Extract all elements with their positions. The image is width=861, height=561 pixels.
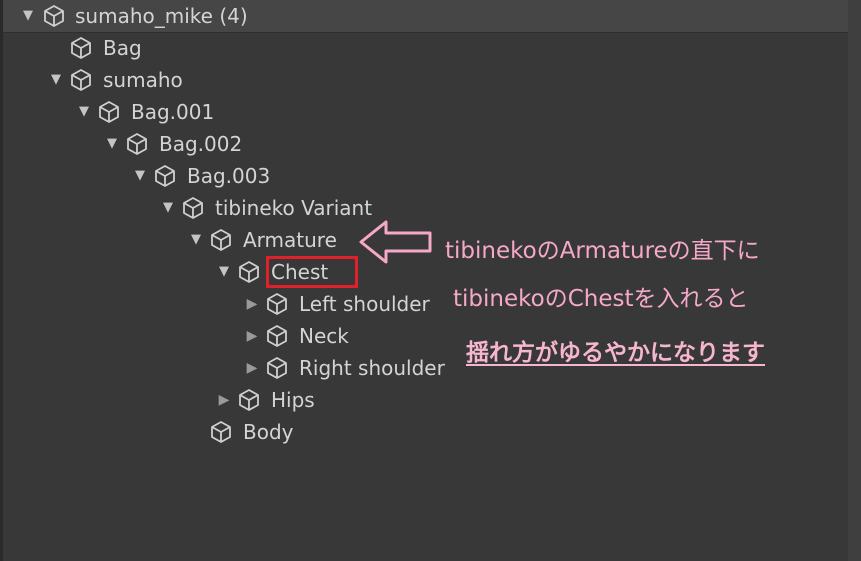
- cube-icon: [267, 293, 287, 315]
- cube-icon: [267, 325, 287, 347]
- object-label: Bag.001: [131, 100, 215, 124]
- hierarchy-panel: ▼ sumaho_mike (4) Bag ▼ sumaho ▼ Bag.001…: [0, 0, 861, 561]
- collapse-arrow-icon[interactable]: ▶: [244, 320, 260, 352]
- cube-icon: [71, 69, 91, 91]
- hierarchy-row[interactable]: ▼ Bag.003: [3, 160, 848, 192]
- scrollbar-track[interactable]: [848, 0, 861, 561]
- hierarchy-row[interactable]: Body: [3, 416, 848, 448]
- cube-icon: [239, 389, 259, 411]
- cube-icon: [155, 165, 175, 187]
- cube-icon: [44, 5, 64, 27]
- cube-icon: [267, 357, 287, 379]
- cube-icon: [99, 101, 119, 123]
- expand-arrow-icon[interactable]: ▼: [216, 256, 232, 288]
- object-label: Bag.002: [159, 132, 243, 156]
- object-label: Body: [243, 420, 294, 444]
- collapse-arrow-icon[interactable]: ▶: [244, 352, 260, 384]
- expand-arrow-icon[interactable]: ▼: [48, 64, 64, 96]
- expand-arrow-icon[interactable]: ▼: [76, 96, 92, 128]
- chest-highlight-box: [266, 256, 358, 288]
- hierarchy-row[interactable]: Bag: [3, 32, 848, 64]
- hierarchy-row[interactable]: ▼ Bag.001: [3, 96, 848, 128]
- object-label: Right shoulder: [299, 356, 445, 380]
- expand-arrow-icon[interactable]: ▼: [20, 0, 36, 32]
- object-label: sumaho: [103, 68, 183, 92]
- object-label: Hips: [271, 388, 315, 412]
- object-label: Armature: [243, 228, 337, 252]
- expand-arrow-icon[interactable]: ▼: [160, 192, 176, 224]
- object-label: Bag: [103, 36, 142, 60]
- expand-arrow-icon[interactable]: ▼: [104, 128, 120, 160]
- object-label: tibineko Variant: [215, 196, 373, 220]
- annotation-line-2: tibinekoのChestを入れると: [453, 286, 749, 312]
- annotation-line-3: 揺れ方がゆるやかになります: [466, 340, 765, 366]
- hierarchy-row[interactable]: ▶ Hips: [3, 384, 848, 416]
- cube-icon: [211, 421, 231, 443]
- root-object-label: sumaho_mike (4): [75, 4, 248, 28]
- annotation-line-1: tibinekoのArmatureの直下に: [445, 238, 760, 264]
- hierarchy-row-root[interactable]: ▼ sumaho_mike (4): [3, 0, 848, 33]
- left-arrow-outline-icon: [359, 220, 432, 264]
- hierarchy-row[interactable]: ▼ Bag.002: [3, 128, 848, 160]
- cube-icon: [211, 229, 231, 251]
- hierarchy-row[interactable]: ▼ sumaho: [3, 64, 848, 96]
- collapse-arrow-icon[interactable]: ▶: [216, 384, 232, 416]
- object-label: Neck: [299, 324, 349, 348]
- cube-icon: [239, 261, 259, 283]
- cube-icon: [71, 37, 91, 59]
- collapse-arrow-icon[interactable]: ▶: [244, 288, 260, 320]
- expand-arrow-icon[interactable]: ▼: [132, 160, 148, 192]
- cube-icon: [127, 133, 147, 155]
- object-label: Bag.003: [187, 164, 271, 188]
- cube-icon: [183, 197, 203, 219]
- expand-arrow-icon[interactable]: ▼: [188, 224, 204, 256]
- object-label: Left shoulder: [299, 292, 430, 316]
